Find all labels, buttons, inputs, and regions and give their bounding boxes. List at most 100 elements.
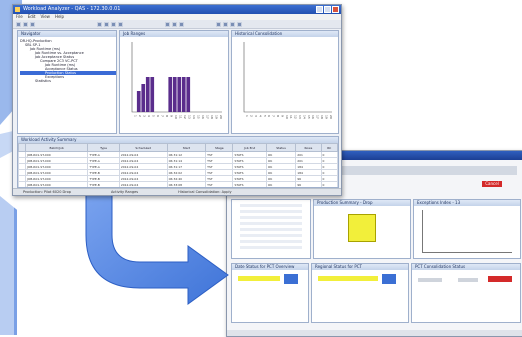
column-header[interactable]: Rows — [295, 143, 322, 152]
main-statusbar: Production: Pilot 6020 Drop Activity Ran… — [13, 188, 341, 195]
toolbar-button-icon[interactable] — [230, 21, 235, 27]
chart-tick-label: 9 — [280, 115, 284, 117]
toolbar-button-icon[interactable] — [118, 21, 123, 27]
activity-table-panel: Workload Activity Summary Batch/Job Type S… — [17, 136, 339, 188]
secondary-red-button[interactable]: Cancel — [482, 181, 502, 187]
chart-tick-label: 14 — [192, 115, 196, 119]
chart-bar — [172, 77, 177, 112]
chart-bar — [141, 84, 146, 112]
chart-tick-label: 11 — [289, 115, 293, 119]
chart-bar — [168, 77, 173, 112]
navigator-panel: Navigator DR-HQ-Production SBL SP-1 Job Ru… — [17, 30, 117, 134]
chart-tick-label: 12 — [183, 115, 187, 119]
chart-tick-label: 20 — [219, 115, 223, 119]
toolbar-button-icon[interactable] — [179, 21, 184, 27]
secondary-panel-5: PCT Consolidation Status — [411, 263, 521, 323]
column-header[interactable] — [18, 143, 27, 152]
chart-tick-label: 17 — [205, 115, 209, 119]
chart-tick-label: 5 — [151, 115, 155, 117]
column-header[interactable]: Status — [265, 143, 297, 152]
activity-table: Batch/Job Type Scheduled Start Stage Job End S… — [18, 143, 338, 187]
maximize-icon[interactable] — [324, 6, 331, 13]
toolbar-button-icon[interactable] — [237, 21, 242, 27]
secondary-panel-1: Production Summary - Drop — [313, 199, 411, 259]
toolbar-button-icon[interactable] — [97, 21, 102, 27]
secondary-nav-panel — [231, 199, 311, 259]
chart-bar — [150, 77, 155, 112]
toolbar-button-icon[interactable] — [16, 21, 21, 27]
column-header[interactable]: Batch/Job — [25, 143, 89, 152]
chart-tick-label: 3 — [254, 115, 258, 117]
toolbar — [13, 20, 341, 29]
historical-title: Historical Consolidation — [232, 31, 338, 37]
historical-chart: 1 2 3 4 5 6 7 8 9 10 11 12 13 14 15 16 17 18 19 20 — [243, 42, 333, 119]
menu-view[interactable]: View — [40, 14, 50, 20]
secondary-panel-4: Regional Status for PCT — [311, 263, 409, 323]
chart-tick-label: 14 — [302, 115, 306, 119]
chart-tick-label: 5 — [263, 115, 267, 117]
menu-file[interactable]: File — [16, 14, 23, 20]
secondary-statusbar — [227, 330, 522, 336]
chart-tick-label: 15 — [196, 115, 200, 119]
chart-bar — [181, 77, 186, 112]
close-icon[interactable] — [332, 6, 339, 13]
chart-tick-label: 2 — [138, 115, 142, 117]
yellow-bar — [348, 214, 376, 242]
toolbar-button-icon[interactable] — [23, 21, 28, 27]
chart-tick-label: 3 — [142, 115, 146, 117]
chart-bar — [177, 77, 182, 112]
chart-tick-label: 15 — [307, 115, 311, 119]
job-ranges-panel: Job Ranges 1 2 3 4 5 6 7 8 9 10 11 12 13 14 15 16 17 18 19… — [119, 30, 229, 134]
toolbar-button-icon[interactable] — [30, 21, 35, 27]
chart-tick-label: 16 — [311, 115, 315, 119]
chart-tick-label: 6 — [267, 115, 271, 117]
chart-tick-label: 18 — [320, 115, 324, 119]
minimize-icon[interactable] — [316, 6, 323, 13]
chart-tick-label: 20 — [329, 115, 333, 119]
chart-bar — [186, 77, 191, 112]
toolbar-button-icon[interactable] — [104, 21, 109, 27]
tree-node[interactable]: Statistics — [20, 79, 116, 83]
chart-tick-label: 11 — [178, 115, 182, 119]
toolbar-button-icon[interactable] — [223, 21, 228, 27]
navigator-tree: DR-HQ-Production SBL SP-1 Job Runtime (ms)… — [18, 37, 116, 83]
toolbar-button-icon[interactable] — [111, 21, 116, 27]
chart-tick-label: 13 — [187, 115, 191, 119]
column-header[interactable]: Job End — [232, 143, 267, 152]
chart-tick-label: 7 — [272, 115, 276, 117]
menu-help[interactable]: Help — [55, 14, 64, 20]
column-header[interactable]: Type — [87, 143, 120, 152]
status-item: Production: Pilot 6020 Drop — [23, 190, 71, 194]
chart-axis — [131, 42, 222, 113]
chart-tick-label: 10 — [174, 115, 178, 119]
secondary-panel-3: Date Status for PCT Overview — [231, 263, 309, 323]
chart-tick-label: 7 — [160, 115, 164, 117]
column-header[interactable]: RC — [320, 143, 338, 152]
chart-tick-label: 1 — [133, 115, 137, 117]
chart-tick-label: 19 — [214, 115, 218, 119]
app-icon — [15, 7, 20, 12]
chart-axis — [243, 42, 332, 113]
job-ranges-chart: 1 2 3 4 5 6 7 8 9 10 11 12 13 14 15 16 17 18 19 20 — [131, 42, 223, 119]
toolbar-button-icon[interactable] — [165, 21, 170, 27]
column-header[interactable]: Stage — [205, 143, 234, 152]
chart-tick-label: 12 — [294, 115, 298, 119]
secondary-panel-4-title: Regional Status for PCT — [312, 264, 408, 270]
toolbar-button-icon[interactable] — [216, 21, 221, 27]
secondary-panel-2: Exceptions Index - 13 — [413, 199, 521, 259]
secondary-panel-3-title: Date Status for PCT Overview — [232, 264, 308, 270]
toolbar-button-icon[interactable] — [172, 21, 177, 27]
menu-edit[interactable]: Edit — [28, 14, 36, 20]
chart-tick-label: 19 — [324, 115, 328, 119]
secondary-toolbar — [342, 166, 517, 175]
column-header[interactable]: Scheduled — [118, 143, 168, 152]
main-window: Workload Analyzer - QAS - 172.30.0.01 Fi… — [12, 4, 342, 196]
status-item: Activity Ranges — [110, 190, 139, 194]
chart-tick-label: 1 — [245, 115, 249, 117]
secondary-panel-1-title: Production Summary - Drop — [314, 200, 410, 206]
column-header[interactable]: Start — [166, 143, 207, 152]
chart-tick-label: 17 — [316, 115, 320, 119]
callout-left-bottom — [0, 196, 17, 335]
historical-panel: Historical Consolidation 1 2 3 4 5 6 7 8 9 10 11 12… — [231, 30, 339, 134]
chart-tick-label: 10 — [285, 115, 289, 119]
